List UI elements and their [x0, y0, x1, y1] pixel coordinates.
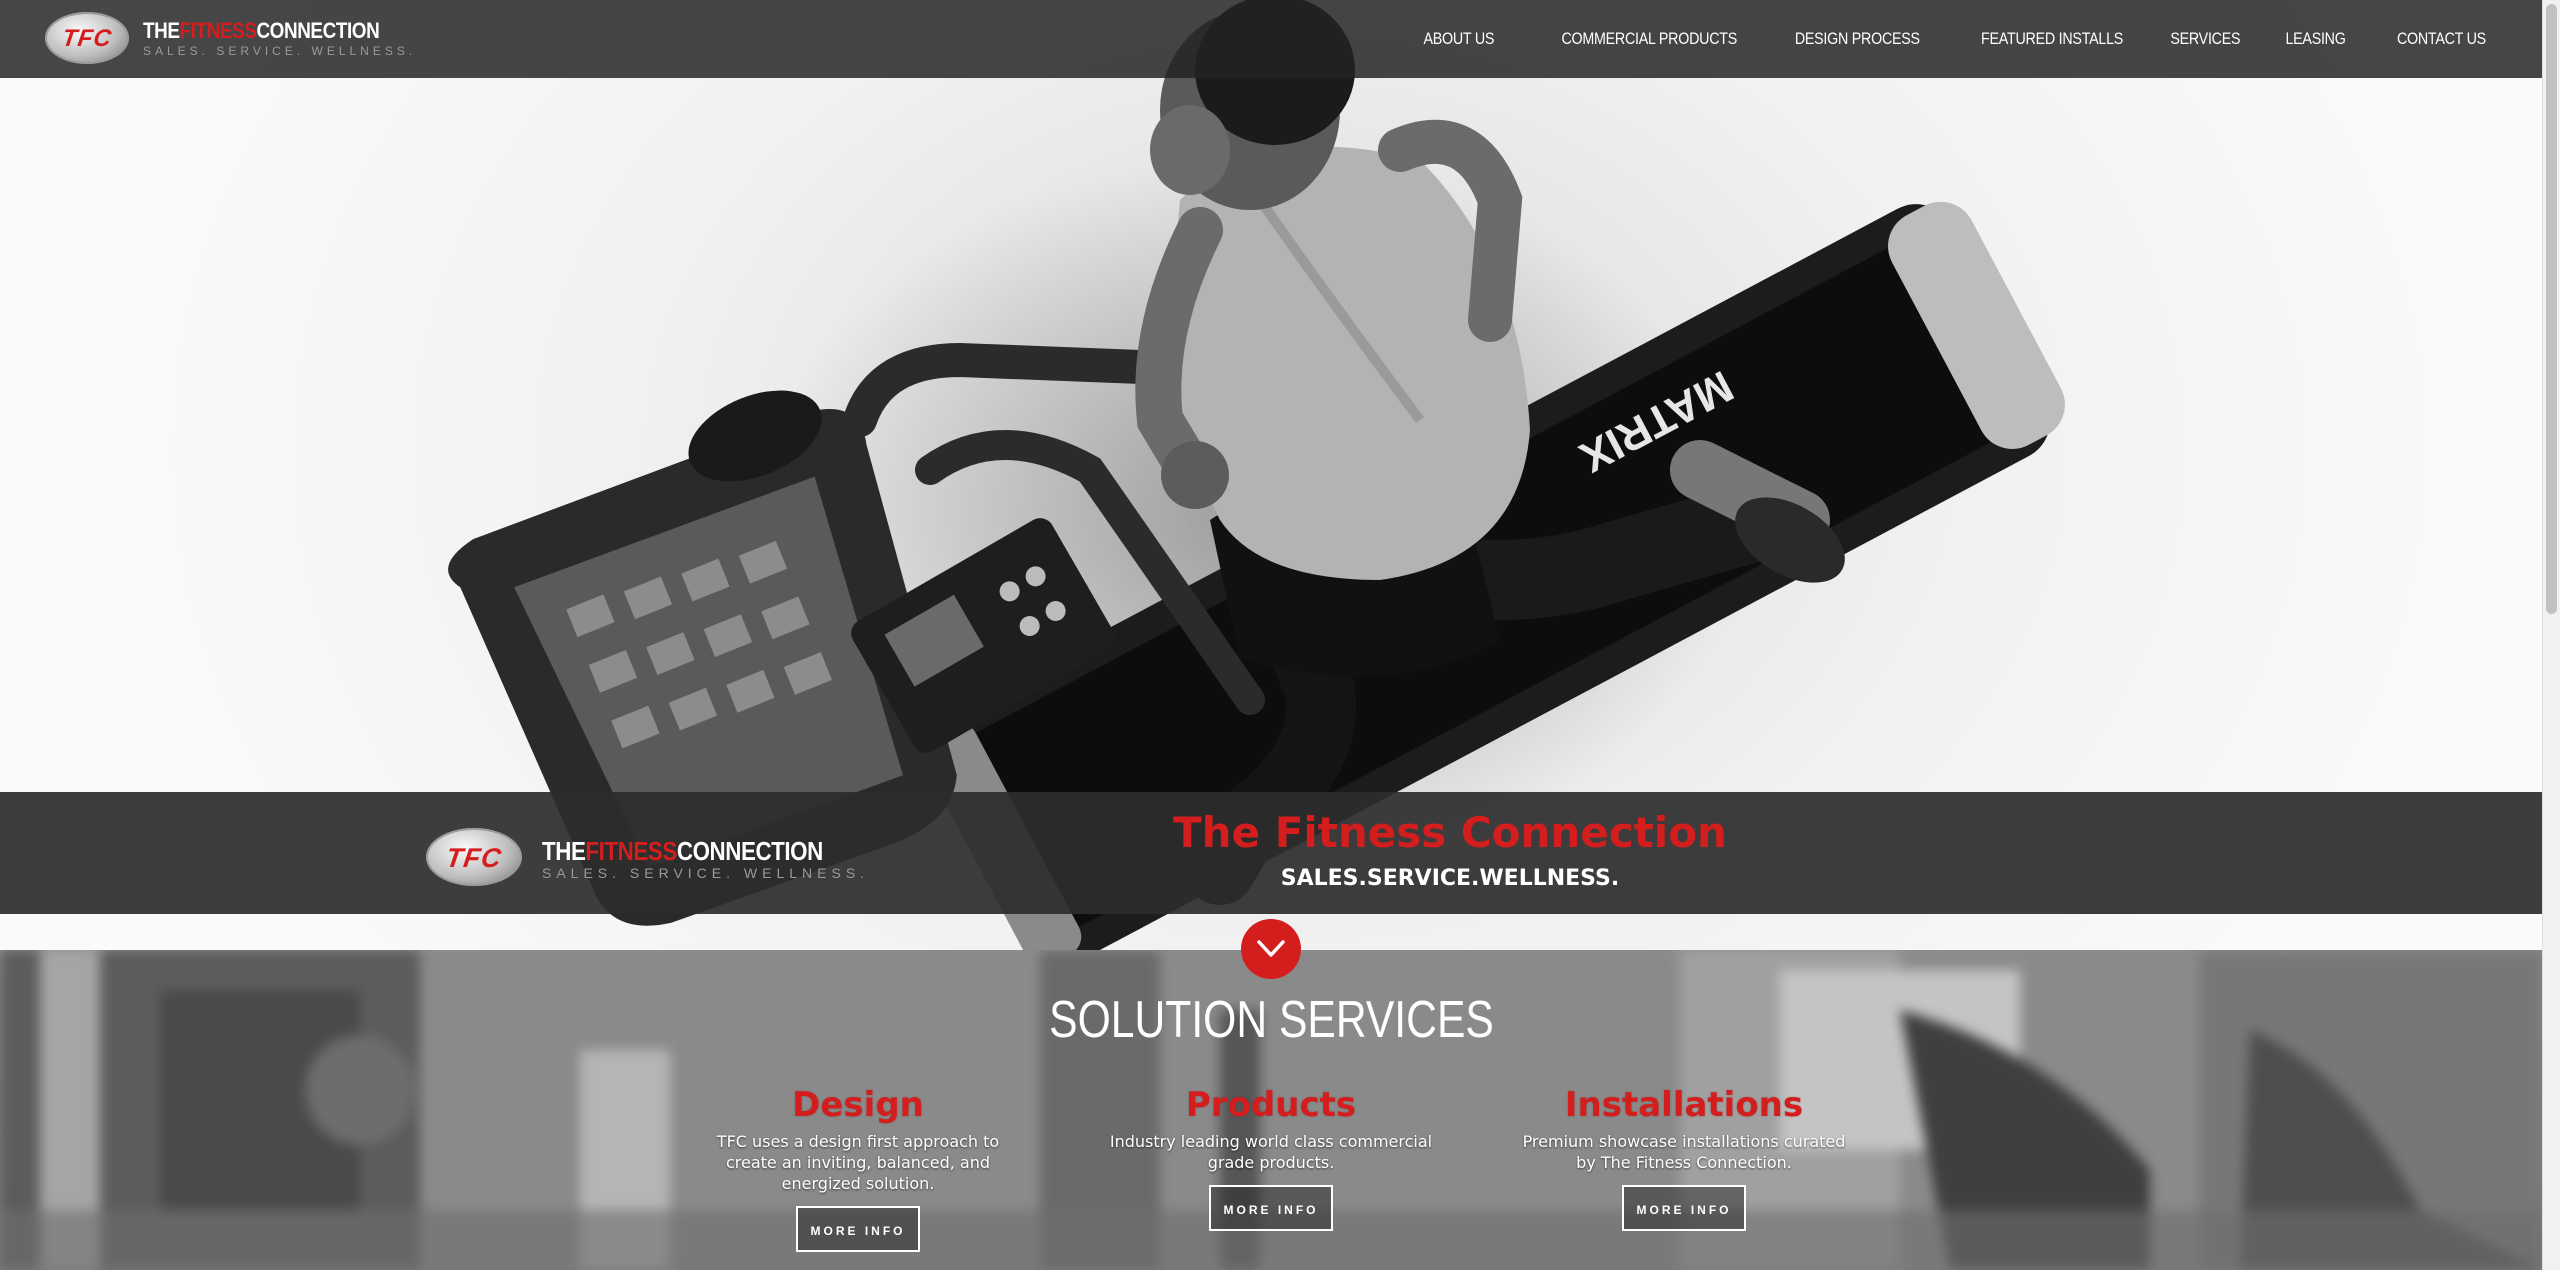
- service-card-design: Design TFC uses a design first approach …: [693, 1085, 1023, 1252]
- band-logo: TFC THEFITNESSCONNECTION SALES. SERVICE.…: [426, 828, 864, 886]
- logo-name-part: CONNECTION: [676, 836, 823, 866]
- logo-name: THEFITNESSCONNECTION: [542, 836, 823, 866]
- logo-tagline: SALES. SERVICE. WELLNESS.: [143, 44, 417, 58]
- service-description: Premium showcase installations curated b…: [1522, 1132, 1846, 1172]
- solution-services-section: SOLUTION SERVICES Design TFC uses a desi…: [0, 950, 2543, 1270]
- nav-item-commercial-products[interactable]: COMMERCIAL PRODUCTS: [1562, 29, 1738, 49]
- logo-badge-icon: TFC: [45, 12, 129, 64]
- nav-item-contact-us[interactable]: CONTACT US: [2397, 29, 2486, 49]
- logo-badge-text: TFC: [60, 25, 114, 52]
- service-title: Products: [1185, 1085, 1357, 1125]
- more-info-button-installations[interactable]: MORE INFO: [1622, 1185, 1746, 1231]
- hero-title: The Fitness Connection: [1173, 808, 1727, 857]
- logo-wordmark: THEFITNESSCONNECTION SALES. SERVICE. WEL…: [542, 836, 869, 880]
- service-card-products: Products Industry leading world class co…: [1106, 1085, 1436, 1231]
- logo-name-part: FITNESS: [179, 18, 257, 43]
- scrollbar-thumb[interactable]: [2546, 4, 2557, 614]
- nav-item-services[interactable]: SERVICES: [2171, 29, 2241, 49]
- service-card-installations: Installations Premium showcase installat…: [1519, 1085, 1849, 1231]
- hero-subtitle: SALES.SERVICE.WELLNESS.: [1280, 866, 1620, 891]
- site-logo[interactable]: TFC THEFITNESSCONNECTION SALES. SERVICE.…: [45, 12, 412, 66]
- logo-wordmark: THEFITNESSCONNECTION SALES. SERVICE. WEL…: [143, 18, 418, 58]
- nav-item-featured-installs[interactable]: FEATURED INSTALLS: [1981, 29, 2123, 49]
- nav-item-about-us[interactable]: ABOUT US: [1424, 29, 1495, 49]
- logo-badge-icon: TFC: [426, 828, 522, 886]
- more-info-button-products[interactable]: MORE INFO: [1209, 1185, 1333, 1231]
- logo-tagline: SALES. SERVICE. WELLNESS.: [542, 865, 870, 881]
- nav-item-leasing[interactable]: LEASING: [2286, 29, 2346, 49]
- logo-name-part: THE: [542, 836, 586, 866]
- service-title: Installations: [1564, 1085, 1804, 1125]
- service-title: Design: [792, 1085, 924, 1125]
- service-description: TFC uses a design first approach to crea…: [716, 1132, 1000, 1193]
- logo-name-part: CONNECTION: [256, 18, 380, 43]
- page-scrollbar[interactable]: [2542, 0, 2560, 1270]
- logo-name: THEFITNESSCONNECTION: [143, 18, 380, 44]
- nav-item-design-process[interactable]: DESIGN PROCESS: [1795, 29, 1920, 49]
- main-nav: ABOUT US COMMERCIAL PRODUCTS DESIGN PROC…: [1376, 0, 2487, 78]
- site-header: TFC THEFITNESSCONNECTION SALES. SERVICE.…: [0, 0, 2543, 78]
- more-info-button-design[interactable]: MORE INFO: [796, 1206, 920, 1252]
- chevron-down-icon: [1257, 940, 1285, 957]
- logo-badge-text: TFC: [444, 843, 504, 873]
- logo-name-part: FITNESS: [585, 836, 677, 866]
- service-description: Industry leading world class commercial …: [1109, 1132, 1433, 1172]
- scroll-down-button[interactable]: [1241, 919, 1301, 979]
- logo-name-part: THE: [143, 18, 180, 43]
- hero-brand-band: TFC THEFITNESSCONNECTION SALES. SERVICE.…: [0, 792, 2543, 914]
- services-heading: SOLUTION SERVICES: [1049, 991, 1494, 1049]
